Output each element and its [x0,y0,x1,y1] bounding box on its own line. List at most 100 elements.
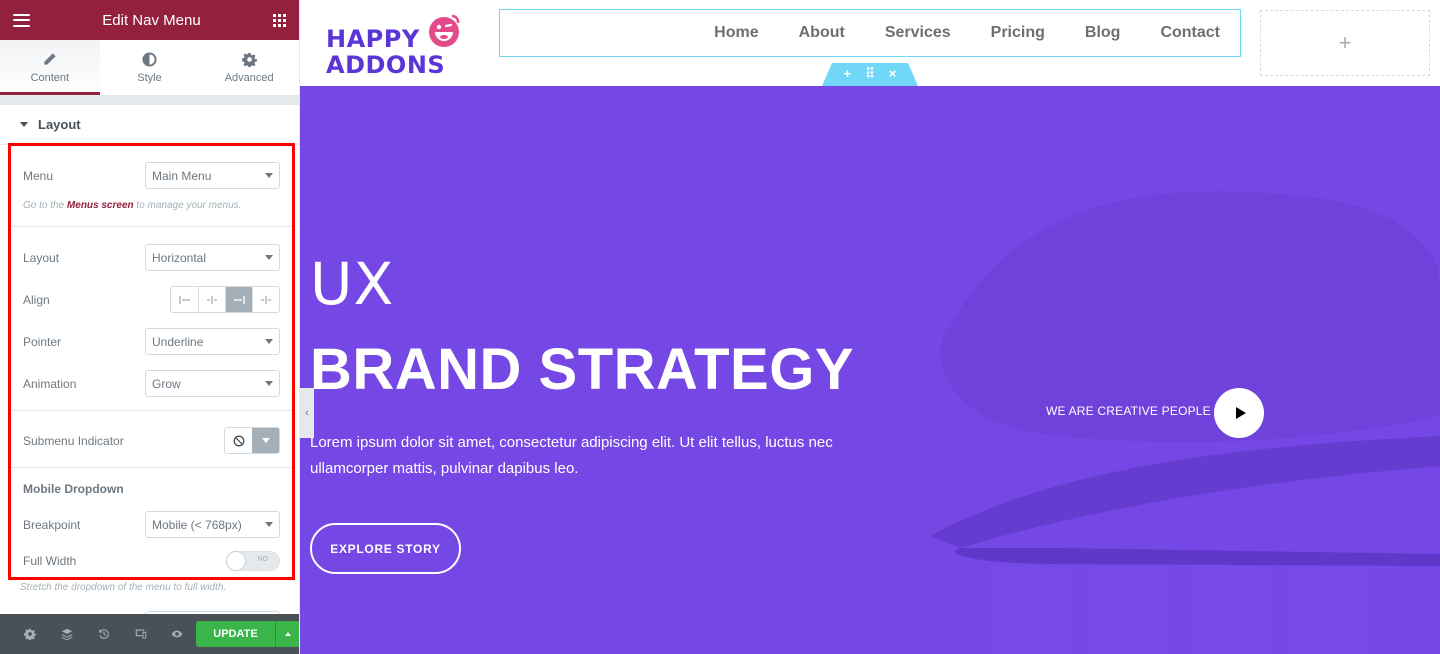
control-align: Align [23,286,280,313]
control-pointer: Pointer Underline [23,328,280,355]
full-width-switch[interactable]: NO [226,551,280,571]
hero-section: ‹ UX BRAND STRATEGY Lorem ipsum dolor si… [300,86,1440,654]
mobile-dropdown-heading-row: Mobile Dropdown [23,482,280,496]
add-section-button[interactable]: + [844,67,852,81]
delete-section-button[interactable]: × [889,67,897,81]
align-justify-button[interactable] [252,287,279,312]
nav-menu-widget: Home About Services Pricing Blog Contact [499,9,1241,57]
switch-state: NO [257,556,269,563]
panel-header: Edit Nav Menu [0,0,299,40]
tab-content-label: Content [30,71,70,84]
nav-item-contact[interactable]: Contact [1160,24,1220,42]
tab-style[interactable]: Style [100,40,200,95]
widgets-grid-icon[interactable] [272,13,286,27]
hero-description: Lorem ipsum dolor sit amet, consectetur … [310,434,833,477]
gear-icon [241,52,257,67]
align-right-button[interactable] [225,287,252,312]
pointer-value: Underline [152,334,204,349]
mobile-dropdown-heading: Mobile Dropdown [23,482,124,496]
align-left-icon [178,295,190,304]
control-animation: Animation Grow [23,370,280,397]
align-center-button[interactable] [198,287,225,312]
layout-label: Layout [23,250,60,265]
chevron-down-icon [265,173,273,178]
play-video-button[interactable] [1214,388,1264,438]
submenu-icon-dropdown[interactable] [252,428,279,453]
history-button[interactable] [86,628,123,640]
layout-value: Horizontal [152,250,207,265]
menus-screen-link[interactable]: Menus screen [67,200,134,211]
breakpoint-label: Breakpoint [23,517,81,532]
update-options-button[interactable] [275,621,299,647]
pointer-label: Pointer [23,334,62,349]
site-header: HAPPY ADDONS Home About Services Pricing… [300,0,1440,86]
menu-help-suffix: to manage your menus. [133,200,242,211]
breakpoint-select[interactable]: Mobile (< 768px) [145,511,280,538]
menu-select[interactable]: Main Menu [145,162,280,189]
menu-icon[interactable] [13,13,30,27]
nav-item-blog[interactable]: Blog [1085,24,1121,42]
submenu-icon-preview[interactable] [225,428,252,453]
control-layout: Layout Horizontal [23,244,280,271]
menu-help-prefix: Go to the [23,200,67,211]
nav-item-about[interactable]: About [799,24,845,42]
menu-help: Go to the Menus screen to manage your me… [23,200,280,211]
panel-title: Edit Nav Menu [102,11,201,29]
ban-icon [233,435,244,446]
tab-advanced[interactable]: Advanced [199,40,299,95]
nav-item-services[interactable]: Services [885,24,951,42]
highlighted-controls: Menu Main Menu Go to the Menus screen to… [8,143,295,580]
tab-advanced-label: Advanced [224,71,274,84]
chevron-down-icon [261,438,270,443]
caret-up-icon [285,632,292,636]
navigator-button[interactable] [49,628,86,640]
menu-value: Main Menu [152,168,212,183]
divider [11,467,292,468]
editor-panel: Edit Nav Menu Content Style Advanced Lay… [0,0,300,654]
section-layout-toggle[interactable]: Layout [0,105,299,145]
chevron-down-icon [265,339,273,344]
full-width-help: Stretch the dropdown of the menu to full… [20,582,227,593]
control-menu: Menu Main Menu [23,162,280,189]
hero-tagline: WE ARE CREATIVE PEOPLE [1046,404,1211,418]
control-full-width: Full Width NO [23,551,280,571]
chevron-down-icon [265,381,273,386]
history-icon [99,629,109,639]
align-left-button[interactable] [171,287,198,312]
add-widget-placeholder[interactable]: + [1260,10,1430,76]
layout-select[interactable]: Horizontal [145,244,280,271]
nav-item-pricing[interactable]: Pricing [991,24,1045,42]
caret-down-icon [20,122,28,127]
hero-kicker: UX [310,250,395,318]
logo-line2: ADDONS [326,51,446,79]
editor-window: Edit Nav Menu Content Style Advanced Lay… [0,0,1440,654]
pointer-select[interactable]: Underline [145,328,280,355]
drag-section-handle[interactable]: ⠿ [865,67,875,81]
logo-face-icon [429,14,460,47]
preview-button[interactable] [159,628,196,640]
animation-label: Animation [23,376,77,391]
responsive-button[interactable] [122,628,159,640]
submenu-indicator-select[interactable] [224,427,280,454]
breakpoint-value: Mobile (< 768px) [152,517,242,532]
settings-icon [24,628,37,640]
explore-story-button[interactable]: EXPLORE STORY [310,523,461,574]
happy-addons-logo[interactable]: HAPPY ADDONS [326,10,466,78]
update-button[interactable]: UPDATE [195,621,276,647]
full-width-label: Full Width [23,554,77,568]
preview-canvas: HAPPY ADDONS Home About Services Pricing… [300,0,1440,654]
hero-title: BRAND STRATEGY [310,337,855,402]
pencil-icon [44,52,56,65]
tab-content[interactable]: Content [0,40,100,95]
submenu-indicator-label: Submenu Indicator [23,433,124,448]
animation-select[interactable]: Grow [145,370,280,397]
contrast-icon [142,51,157,67]
animation-value: Grow [152,376,181,391]
panel-gap [0,95,299,105]
nav-item-home[interactable]: Home [714,24,758,42]
align-right-icon [234,295,245,304]
chevron-down-icon [265,522,273,527]
settings-button[interactable] [12,628,49,640]
control-breakpoint: Breakpoint Mobile (< 768px) [23,511,280,538]
responsive-icon [135,629,146,639]
